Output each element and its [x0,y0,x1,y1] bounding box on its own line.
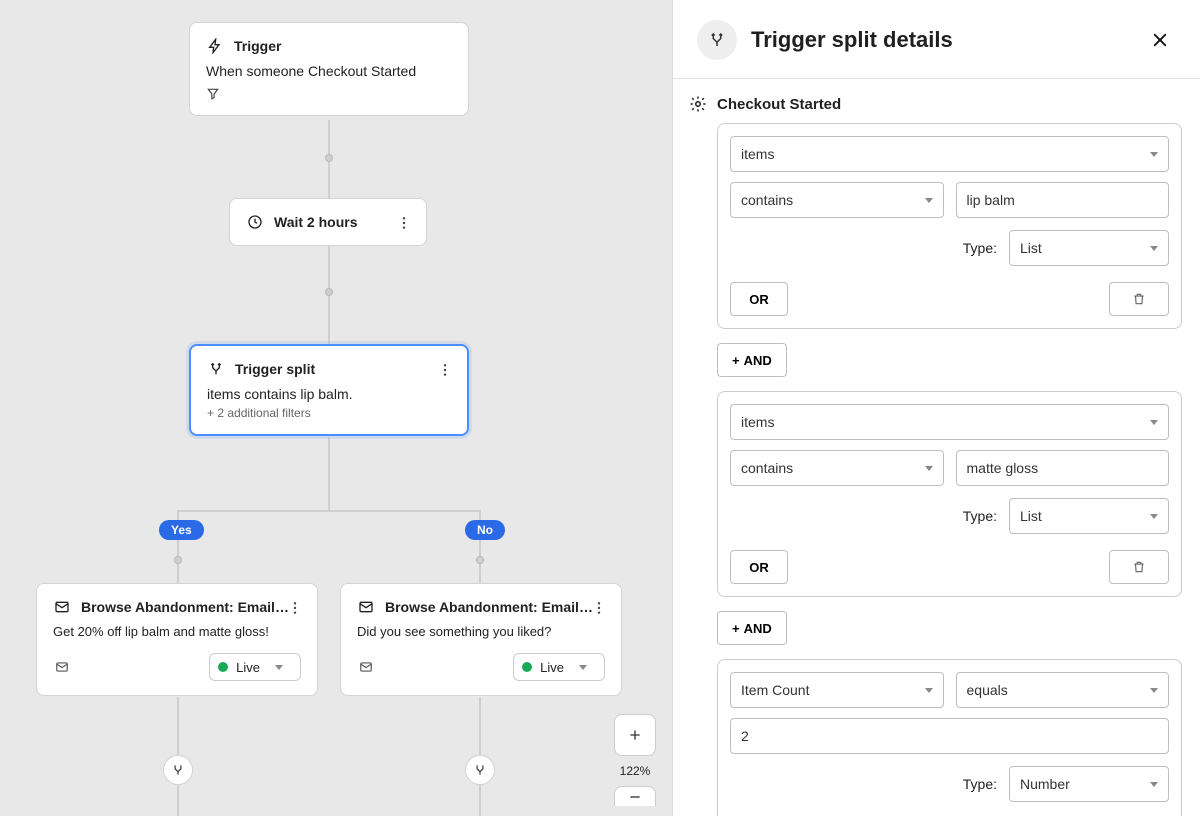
mail-small-icon [53,658,71,676]
panel-title: Trigger split details [751,27,953,53]
field-select[interactable]: items [730,404,1169,440]
delete-filter-button[interactable] [1109,550,1169,584]
split-icon [207,360,225,378]
wait-label: Wait 2 hours [274,214,358,230]
field-select[interactable]: items [730,136,1169,172]
value-input[interactable]: matte gloss [956,450,1170,486]
split-desc: items contains lip balm. [207,386,451,402]
zoom-controls: 122% [614,714,656,806]
email-no-more-button[interactable] [585,594,613,622]
section-header: Checkout Started [689,95,1182,113]
filter-block: items contains matte gloss Type: List [717,391,1182,597]
zoom-level: 122% [620,764,651,778]
type-label: Type: [963,240,997,256]
bolt-icon [206,37,224,55]
connector-dot [325,154,333,162]
trigger-split-card[interactable]: Trigger split items contains lip balm. +… [189,344,469,436]
clock-icon [246,213,264,231]
add-and-button[interactable]: +AND [717,611,787,645]
operator-select[interactable]: contains [730,450,944,486]
connector-dot [476,556,484,564]
chevron-down-icon [1150,688,1158,693]
chevron-down-icon [1150,514,1158,519]
zoom-out-button[interactable] [614,786,656,806]
chevron-down-icon [268,665,290,670]
status-dot-icon [522,662,532,672]
mail-icon [357,598,375,616]
chevron-down-icon [925,466,933,471]
branch-split-node[interactable] [465,755,495,785]
email-yes-body: Get 20% off lip balm and matte gloss! [53,624,301,639]
split-meta: + 2 additional filters [207,406,451,420]
branch-yes-pill: Yes [159,520,204,540]
delete-filter-button[interactable] [1109,282,1169,316]
chevron-down-icon [925,688,933,693]
section-title: Checkout Started [717,96,841,113]
trigger-card[interactable]: Trigger When someone Checkout Started [189,22,469,116]
email-yes-more-button[interactable] [281,594,309,622]
email-no-status-label: Live [540,660,564,675]
chevron-down-icon [1150,246,1158,251]
close-button[interactable] [1144,24,1176,56]
add-and-button[interactable]: +AND [717,343,787,377]
email-no-status-select[interactable]: Live [513,653,605,681]
type-label: Type: [963,776,997,792]
edge [328,437,330,510]
edge [177,510,481,512]
mail-icon [53,598,71,616]
field-select[interactable]: Item Count [730,672,944,708]
flow-canvas[interactable]: Trigger When someone Checkout Started Wa… [0,0,672,816]
email-no-body: Did you see something you liked? [357,624,605,639]
split-more-button[interactable] [431,356,459,384]
or-button[interactable]: OR [730,282,788,316]
chevron-down-icon [572,665,594,670]
operator-select[interactable]: contains [730,182,944,218]
chevron-down-icon [1150,420,1158,425]
filter-block: Item Count equals 2 Type: Number OR [717,659,1182,816]
trigger-title: Trigger [234,38,281,54]
email-no-title: Browse Abandonment: Email… [385,599,593,615]
email-yes-title: Browse Abandonment: Email… [81,599,289,615]
branch-split-node[interactable] [163,755,193,785]
connector-dot [174,556,182,564]
wait-card[interactable]: Wait 2 hours [229,198,427,246]
split-icon [697,20,737,60]
operator-select[interactable]: equals [956,672,1170,708]
mail-small-icon [357,658,375,676]
email-no-card[interactable]: Browse Abandonment: Email… Did you see s… [340,583,622,696]
value-input[interactable]: lip balm [956,182,1170,218]
chevron-down-icon [925,198,933,203]
type-select[interactable]: List [1009,230,1169,266]
value-input[interactable]: 2 [730,718,1169,754]
type-label: Type: [963,508,997,524]
email-yes-card[interactable]: Browse Abandonment: Email… Get 20% off l… [36,583,318,696]
branch-no-pill: No [465,520,505,540]
zoom-in-button[interactable] [614,714,656,756]
or-button[interactable]: OR [730,550,788,584]
email-yes-status-label: Live [236,660,260,675]
connector-dot [325,288,333,296]
filter-block: items contains lip balm Type: List [717,123,1182,329]
type-select[interactable]: Number [1009,766,1169,802]
chevron-down-icon [1150,152,1158,157]
panel-header: Trigger split details [673,0,1200,79]
split-title: Trigger split [235,361,315,377]
trigger-filter-icon [206,87,452,101]
email-yes-status-select[interactable]: Live [209,653,301,681]
details-panel: Trigger split details Checkout Started i… [672,0,1200,816]
wait-more-button[interactable] [390,209,418,237]
gear-icon [689,95,707,113]
chevron-down-icon [1150,782,1158,787]
type-select[interactable]: List [1009,498,1169,534]
status-dot-icon [218,662,228,672]
trigger-desc: When someone Checkout Started [206,63,452,79]
